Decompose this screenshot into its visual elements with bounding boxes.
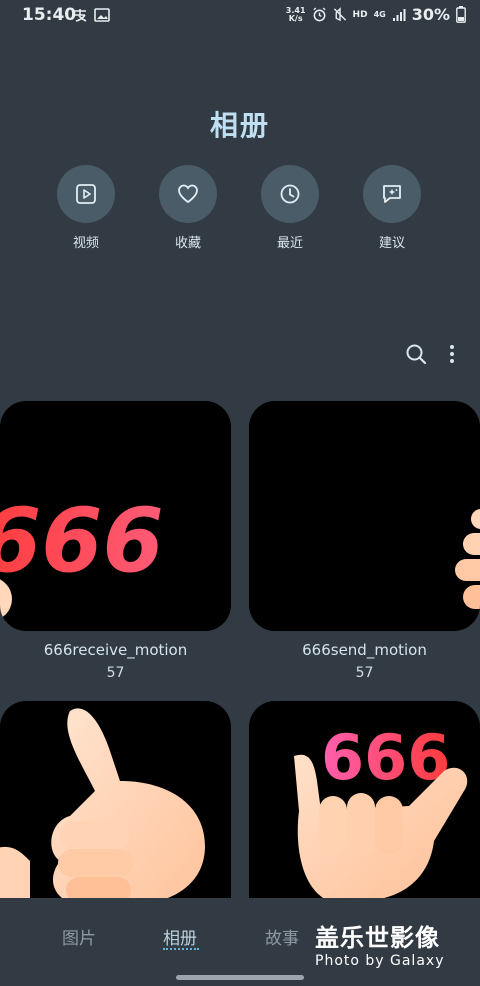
quick-action-favorites[interactable]: 收藏 (148, 165, 228, 251)
tab-albums[interactable]: 相册 (163, 924, 197, 949)
album-thumbnail: 666 (249, 701, 480, 901)
album-thumbnail: 666 (0, 401, 231, 631)
clock-icon (280, 184, 300, 204)
home-indicator[interactable] (176, 975, 304, 980)
quick-action-label: 建议 (378, 236, 405, 251)
status-time: 15:40 (22, 5, 77, 25)
watermark: 盖乐世影像 Photo by Galaxy (315, 918, 444, 969)
gallery-notification-icon (94, 8, 110, 22)
album-toolbar (405, 343, 455, 365)
album-thumbnail (0, 701, 231, 901)
album-name: 666receive_motion (43, 641, 188, 659)
alarm-icon (312, 7, 326, 22)
search-icon[interactable] (405, 343, 427, 365)
active-tab-indicator (163, 948, 199, 950)
album-card[interactable]: 666send_motion 57 (249, 401, 480, 681)
alipay-icon (74, 9, 87, 22)
album-overlay-text: 666 (321, 721, 450, 794)
album-count: 57 (355, 665, 374, 681)
more-options-icon[interactable] (449, 344, 455, 364)
tab-pictures[interactable]: 图片 (62, 924, 96, 949)
heart-icon (178, 184, 198, 204)
quick-action-label: 最近 (276, 236, 303, 251)
album-overlay-text: 666 (0, 489, 164, 592)
hand-thumbnail (0, 708, 205, 901)
suggest-icon (383, 185, 401, 203)
quick-actions: 视频 收藏 最近 建议 (0, 165, 480, 255)
network-type: 4G (373, 10, 386, 19)
watermark-subtitle: Photo by Galaxy (315, 953, 445, 969)
battery-percent: 30% (411, 5, 450, 24)
quick-action-recent[interactable]: 最近 (250, 165, 330, 251)
album-card[interactable]: 666 (249, 701, 480, 901)
album-count: 57 (106, 665, 125, 681)
album-card[interactable] (0, 701, 231, 901)
album-name: 666send_motion (302, 641, 427, 659)
emoji-thumbnail: 666 (294, 721, 468, 901)
page-title: 相册 (209, 109, 270, 142)
quick-action-label: 视频 (72, 236, 99, 251)
hand-thumbnail (455, 509, 480, 609)
emoji-thumbnail: 666 (0, 489, 164, 619)
album-thumbnail (249, 401, 480, 631)
signal-icon (392, 8, 406, 21)
video-icon (76, 184, 96, 204)
network-speed: 3.41 K/s (285, 5, 306, 23)
quick-action-label: 收藏 (174, 236, 201, 251)
album-card[interactable]: 666 666receive_motion 57 (0, 401, 231, 681)
hd-indicator: HD (352, 9, 368, 20)
watermark-title: 盖乐世影像 (315, 924, 440, 952)
quick-action-suggestions[interactable]: 建议 (352, 165, 432, 251)
mute-icon (333, 7, 346, 22)
status-bar: 15:40 3.41 K/s HD 4G 30% (0, 0, 480, 30)
quick-action-video[interactable]: 视频 (46, 165, 126, 251)
battery-icon (456, 6, 466, 23)
tab-stories[interactable]: 故事 (265, 924, 299, 949)
notification-icons (72, 7, 110, 23)
